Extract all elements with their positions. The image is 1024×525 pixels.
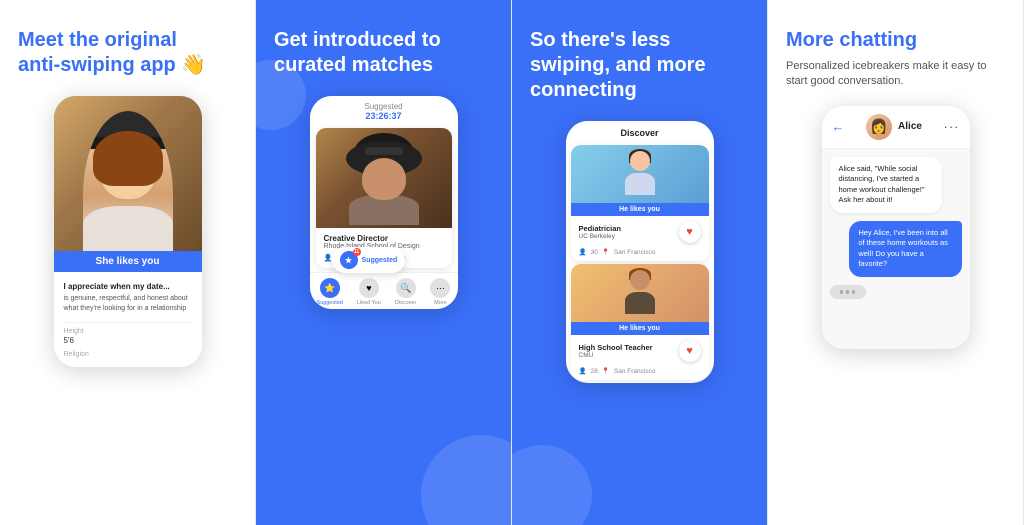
nav-suggested-icon: ⭐ xyxy=(320,278,340,298)
phone-content-1: I appreciate when my date... is genuine,… xyxy=(54,272,202,367)
phone-mockup-1: She likes you I appreciate when my date.… xyxy=(54,96,202,367)
match-title: Creative Director xyxy=(324,234,444,243)
typing-dot-2 xyxy=(846,290,849,294)
height-label: Height xyxy=(64,328,192,335)
face-shape-2 xyxy=(362,158,406,200)
likes-banner-1: She likes you xyxy=(54,251,202,272)
religion-label: Religion xyxy=(64,351,192,358)
panel-swiping: So there's less swiping, and more connec… xyxy=(512,0,768,525)
chat-header: ← 👩 Alice ··· xyxy=(822,106,970,149)
nav-more-icon: ⋯ xyxy=(430,278,450,298)
nav-more-label: More xyxy=(434,300,447,306)
phone-mockup-4: ← 👩 Alice ··· Alice said, "While social … xyxy=(822,106,970,349)
suggested-label: Suggested 23:26:37 xyxy=(310,96,458,124)
typing-dot-1 xyxy=(840,290,843,294)
discover-header: Discover xyxy=(566,121,714,142)
mini-person-2 xyxy=(620,268,660,322)
sunglasses-shape xyxy=(365,147,403,155)
heart-button-3a[interactable]: ♥ xyxy=(679,221,701,243)
person-illustration-2 xyxy=(344,133,424,228)
more-options-button[interactable]: ··· xyxy=(944,119,960,134)
typing-dot-3 xyxy=(852,290,855,294)
badge-label: Suggested xyxy=(362,257,398,264)
nav-liked-icon: ♥ xyxy=(359,278,379,298)
chat-avatar: 👩 xyxy=(866,114,892,140)
match-photo-2 xyxy=(316,128,452,228)
match-age-3b: 28 xyxy=(591,368,598,375)
person-icon: 👤 xyxy=(324,254,333,262)
nav-more[interactable]: ⋯ More xyxy=(430,278,450,306)
mini-head-2 xyxy=(630,270,650,290)
match-meta-3b: 👤 28 📍 San Francisco xyxy=(571,367,709,380)
phone-mockup-2: Suggested 23:26:37 Creative Director Rho… xyxy=(310,96,458,309)
hair-shape xyxy=(93,131,163,186)
match-card-3a: He likes you Pediatrician UC Berkeley ♥ … xyxy=(571,145,709,261)
bg-circle-1 xyxy=(421,435,512,525)
chat-messages: Alice said, "While social distancing, I'… xyxy=(822,149,970,349)
match-meta-3a: 👤 30 📍 San Francisco xyxy=(571,248,709,261)
match-info-3b: High School Teacher CMU ♥ xyxy=(571,335,709,367)
nav-suggested[interactable]: ⭐ Suggested xyxy=(317,278,343,306)
mini-body-1 xyxy=(625,173,655,195)
phone-mockup-3: Discover He likes you Pediatrician UC Be… xyxy=(566,121,714,383)
match-school-3b: CMU xyxy=(579,352,653,359)
mini-head-1 xyxy=(630,151,650,171)
outgoing-message: Hey Alice, I've been into all of these h… xyxy=(849,221,961,277)
person-icon-3b: 👤 xyxy=(579,367,587,375)
he-likes-banner-2: He likes you xyxy=(571,322,709,335)
match-info-3a: Pediatrician UC Berkeley ♥ xyxy=(571,216,709,248)
location-icon-3a: 📍 xyxy=(602,248,610,256)
panel-curated-matches: Get introduced to curated matches Sugges… xyxy=(256,0,512,525)
location-icon-3b: 📍 xyxy=(602,367,610,375)
panel3-heading: So there's less swiping, and more connec… xyxy=(530,28,749,103)
match-location-3a: San Francisco xyxy=(614,249,656,256)
nav-discover[interactable]: 🔍 Discover xyxy=(395,278,416,306)
quote-bold: I appreciate when my date... xyxy=(64,282,192,291)
nav-discover-icon: 🔍 xyxy=(396,278,416,298)
chat-name: Alice xyxy=(898,121,922,132)
suggested-badge: ★ 11 Suggested xyxy=(332,247,406,273)
panel4-subheading: Personalized icebreakers make it easy to… xyxy=(786,59,1005,90)
nav-liked-label: Liked You xyxy=(357,300,381,306)
match-photo-3b xyxy=(571,264,709,322)
match-location-3b: San Francisco xyxy=(614,368,656,375)
heart-button-3b[interactable]: ♥ xyxy=(679,340,701,362)
shoulders-shape xyxy=(83,206,173,251)
height-value: 5'6 xyxy=(64,336,192,345)
panel-chatting: More chatting Personalized icebreakers m… xyxy=(768,0,1024,525)
profile-photo-1 xyxy=(54,96,202,251)
back-button[interactable]: ← xyxy=(832,119,845,134)
match-title-3b: High School Teacher xyxy=(579,343,653,352)
chat-title-area: 👩 Alice xyxy=(866,114,922,140)
nav-suggested-label: Suggested xyxy=(317,300,343,306)
typing-indicator xyxy=(830,285,866,299)
quote-text: is genuine, respectful, and honest about… xyxy=(64,294,192,314)
badge-avatar-icon: ★ 11 xyxy=(340,251,358,269)
bottom-navigation: ⭐ Suggested ♥ Liked You 🔍 Discover ⋯ Mor… xyxy=(310,272,458,309)
nav-liked-you[interactable]: ♥ Liked You xyxy=(357,278,381,306)
timer: 23:26:37 xyxy=(365,111,401,121)
profile-details: Height 5'6 Religion xyxy=(64,322,192,358)
match-age-3a: 30 xyxy=(591,249,598,256)
bg-circle-3 xyxy=(512,445,592,525)
match-details-3b: High School Teacher CMU xyxy=(579,343,653,359)
panel-anti-swiping: Meet the original anti-swiping app 👋 She… xyxy=(0,0,256,525)
badge-count: 11 xyxy=(353,248,361,256)
incoming-message: Alice said, "While social distancing, I'… xyxy=(830,157,942,213)
match-card-3b: He likes you High School Teacher CMU ♥ 👤… xyxy=(571,264,709,380)
person-icon-3a: 👤 xyxy=(579,248,587,256)
panel4-heading: More chatting xyxy=(786,28,1005,53)
mini-body-2 xyxy=(625,292,655,314)
person-illustration-1 xyxy=(83,111,173,251)
match-photo-3a xyxy=(571,145,709,203)
panel1-heading: Meet the original anti-swiping app 👋 xyxy=(18,28,237,78)
panel2-heading: Get introduced to curated matches xyxy=(274,28,493,78)
match-title-3a: Pediatrician xyxy=(579,224,622,233)
he-likes-banner-1: He likes you xyxy=(571,203,709,216)
match-details-3a: Pediatrician UC Berkeley xyxy=(579,224,622,240)
nav-discover-label: Discover xyxy=(395,300,416,306)
match-school-3a: UC Berkeley xyxy=(579,233,622,240)
mini-person-1 xyxy=(620,149,660,203)
